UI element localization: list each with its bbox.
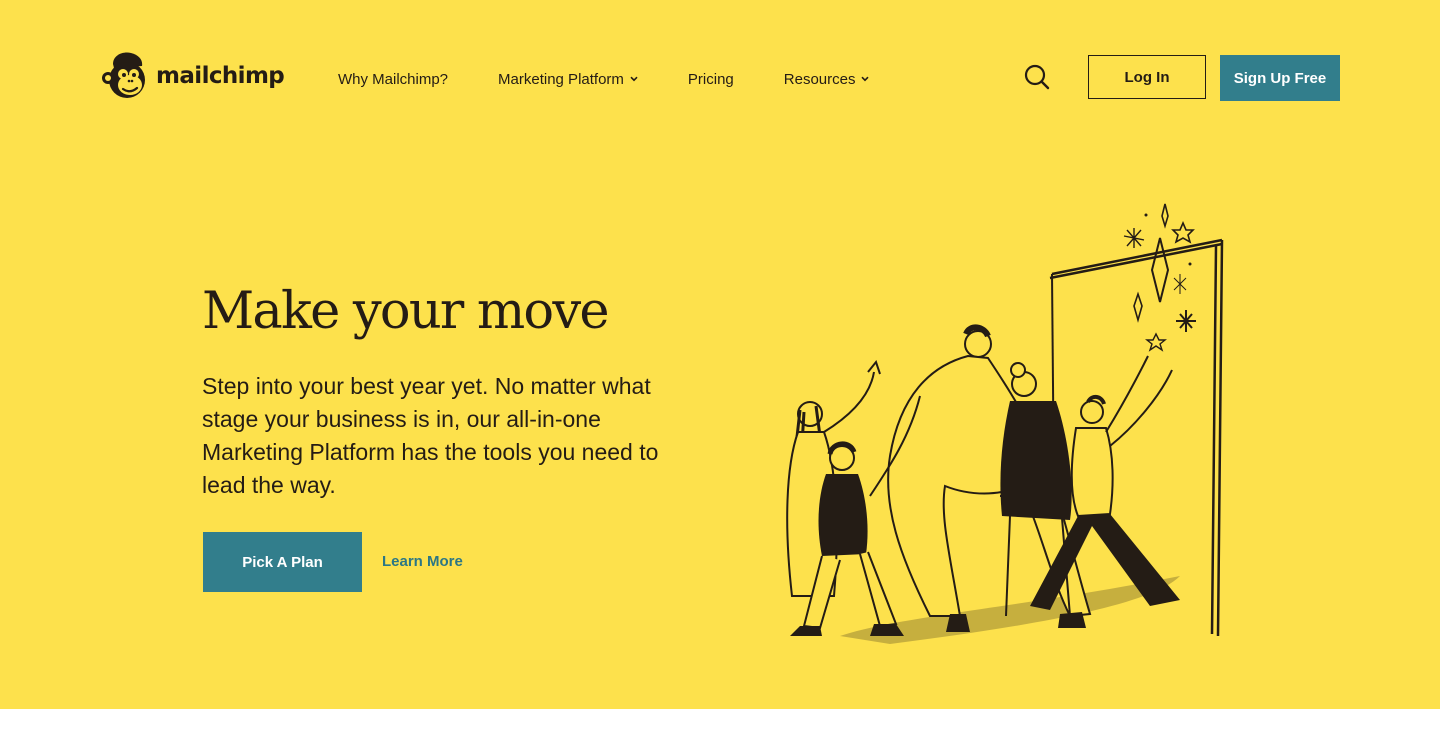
main-nav: Why Mailchimp? Marketing Platform Pricin…	[338, 66, 870, 92]
signup-button[interactable]: Sign Up Free	[1220, 55, 1340, 101]
chevron-down-icon	[861, 76, 870, 82]
chevron-down-icon	[630, 76, 638, 82]
hero-section: mailchimp Why Mailchimp? Marketing Platf…	[0, 0, 1440, 709]
login-button[interactable]: Log In	[1088, 55, 1206, 99]
nav-item-label: Pricing	[687, 70, 734, 88]
lower-page-section	[0, 709, 1440, 740]
search-button[interactable]	[1022, 63, 1052, 93]
search-icon	[1024, 64, 1050, 90]
logo-wordmark: mailchimp	[156, 63, 285, 89]
nav-item-label: Why Mailchimp?	[338, 70, 449, 88]
freddie-chimp-icon	[102, 52, 145, 98]
hero-headline: Make your move	[202, 282, 610, 341]
nav-item-label: Resources	[783, 70, 856, 88]
nav-item-marketing-platform[interactable]: Marketing Platform	[498, 71, 638, 88]
pick-a-plan-button[interactable]: Pick A Plan	[203, 532, 362, 592]
people-walking-through-doorway-illustration	[786, 203, 1224, 644]
nav-item-why-mailchimp[interactable]: Why Mailchimp?	[338, 71, 448, 88]
learn-more-link[interactable]: Learn More	[382, 553, 463, 570]
mailchimp-logo[interactable]: mailchimp	[101, 50, 285, 102]
nav-item-resources[interactable]: Resources	[784, 71, 870, 88]
nav-item-label: Marketing Platform	[498, 70, 624, 88]
nav-item-pricing[interactable]: Pricing	[688, 71, 734, 88]
hero-subcopy: Step into your best year yet. No matter …	[202, 373, 659, 498]
